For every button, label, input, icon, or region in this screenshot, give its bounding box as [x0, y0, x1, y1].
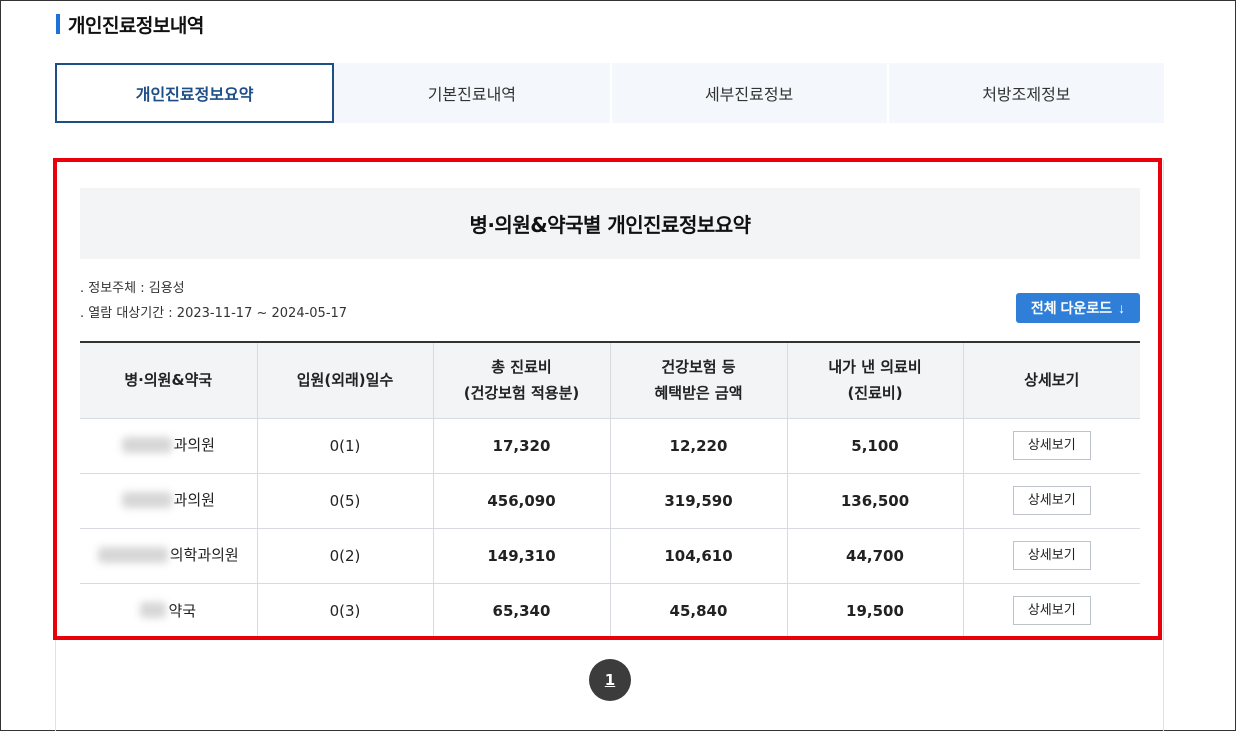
tab-basic-history[interactable]: 기본진료내역 [334, 63, 612, 123]
tab-summary[interactable]: 개인진료정보요약 [55, 63, 335, 123]
page-title-text: 개인진료정보내역 [68, 14, 204, 37]
tab-detailed-info[interactable]: 세부진료정보 [611, 63, 889, 123]
pagination-page-1[interactable]: 1 [589, 659, 631, 701]
tab-prescription-info[interactable]: 처방조제정보 [888, 63, 1164, 123]
tab-bar: 개인진료정보요약 기본진료내역 세부진료정보 처방조제정보 [55, 63, 1164, 123]
page-title: 개인진료정보내역 [56, 10, 204, 38]
title-accent-bar [56, 14, 60, 34]
highlight-annotation-box [53, 158, 1162, 640]
